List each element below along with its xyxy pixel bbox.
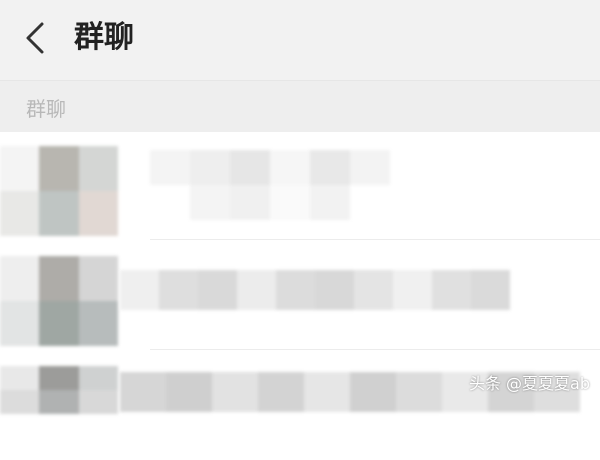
nav-bar: 群聊 (0, 0, 600, 80)
chevron-left-icon (26, 22, 44, 54)
page-title: 群聊 (74, 20, 134, 55)
watermark: 头条 @夏夏夏ab (468, 374, 590, 393)
item-divider (150, 239, 600, 240)
group-chat-list (0, 132, 600, 414)
item-divider (150, 349, 600, 350)
section-header: 群聊 (0, 80, 600, 132)
section-label: 群聊 (26, 97, 66, 121)
group-name-pixelated (150, 150, 390, 220)
group-avatar-pixelated (0, 146, 118, 236)
back-button[interactable] (14, 18, 54, 58)
group-name-pixelated (120, 270, 510, 310)
group-avatar-pixelated (0, 366, 118, 414)
group-chat-item[interactable] (0, 132, 600, 240)
group-chat-item[interactable] (0, 352, 600, 460)
group-avatar-pixelated (0, 256, 118, 346)
group-chat-item[interactable] (0, 242, 600, 350)
